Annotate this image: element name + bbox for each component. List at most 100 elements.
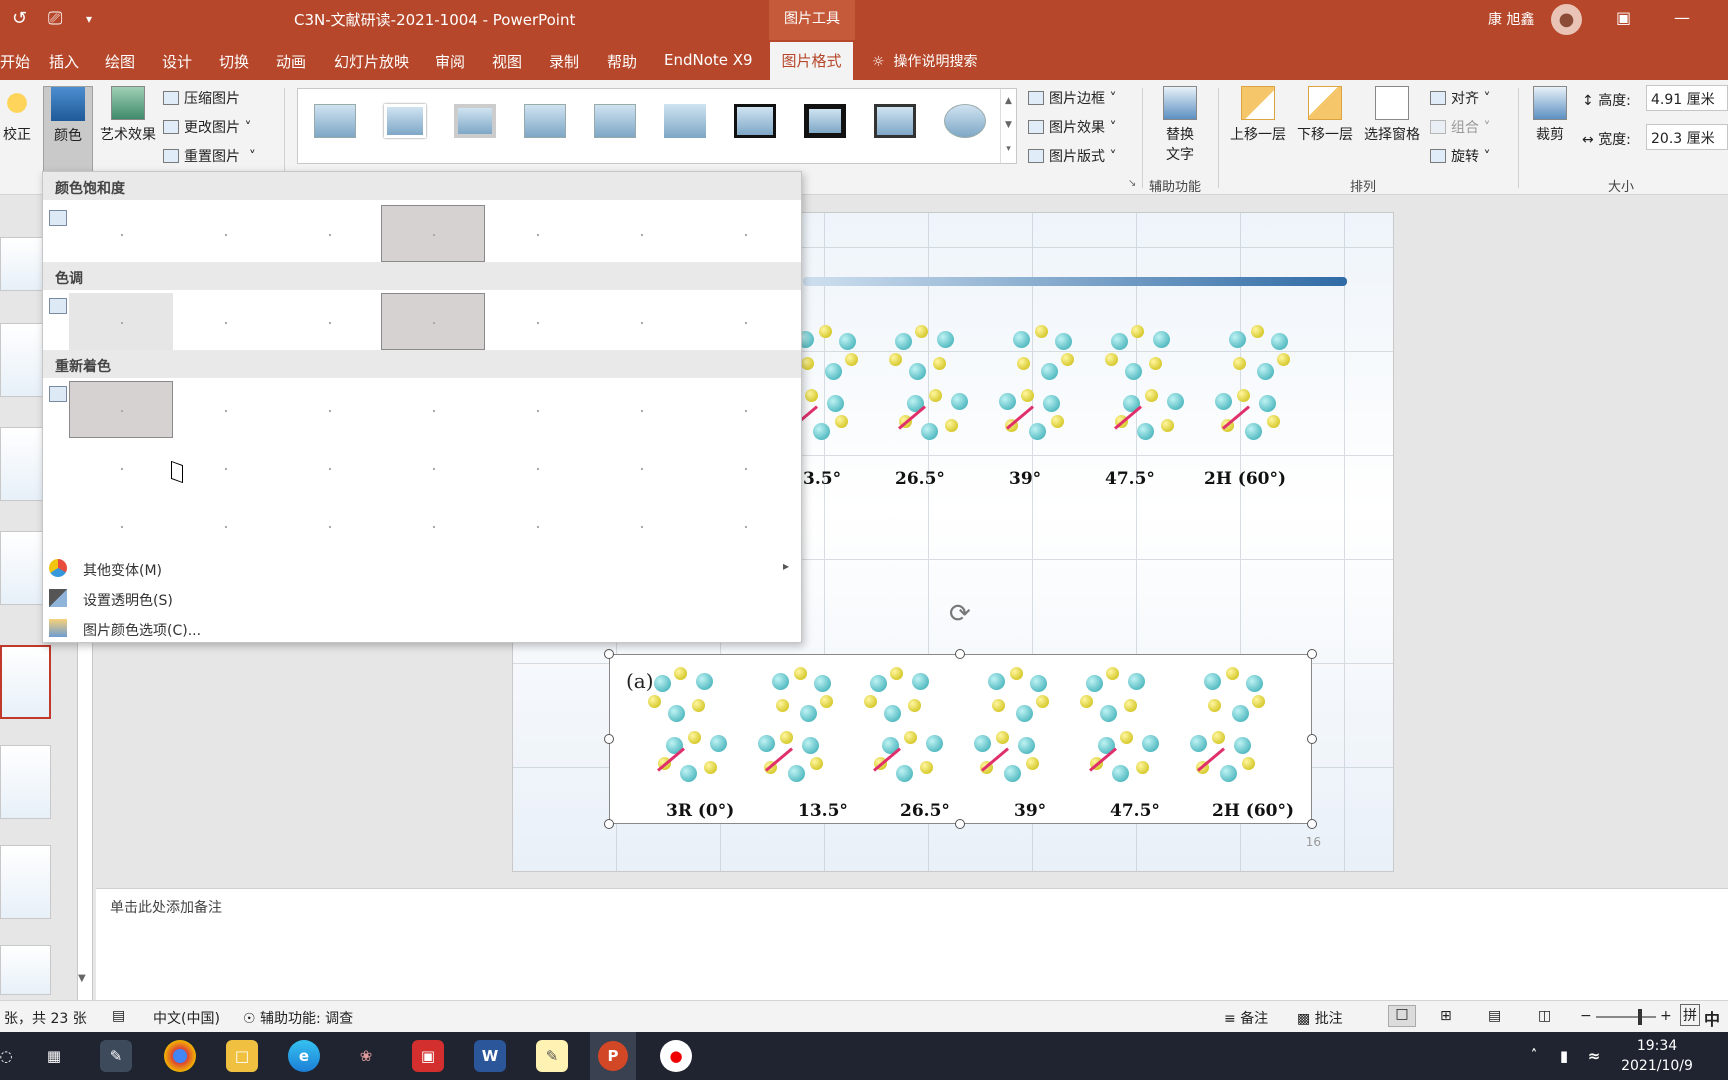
picture-style-thumb[interactable] [454,104,496,138]
send-backward-button[interactable]: 下移一层 [1293,86,1357,144]
resize-handle[interactable] [955,649,965,659]
rotate-button[interactable]: 旋转 ˅ [1430,146,1490,166]
color-swatch[interactable] [277,497,381,554]
width-input[interactable]: 20.3 厘米 [1646,124,1728,150]
color-swatch[interactable] [173,381,277,438]
tab-transitions[interactable]: 切换 [219,51,249,72]
color-swatch[interactable] [485,439,589,496]
undo-icon[interactable]: ↺ [12,8,27,29]
resize-handle[interactable] [1307,649,1317,659]
color-swatch[interactable] [693,293,797,350]
picture-style-thumb[interactable] [524,104,566,138]
height-input[interactable]: 4.91 厘米 [1646,85,1728,111]
crop-button[interactable]: 裁剪 [1526,86,1574,144]
tab-insert[interactable]: 插入 [49,51,79,72]
align-button[interactable]: 对齐 ˅ [1430,88,1490,108]
corrections-button[interactable]: 校正 [0,86,34,144]
artistic-effects-button[interactable]: 艺术效果 [96,86,160,144]
app-icon[interactable]: ❀ [350,1040,382,1072]
picture-style-thumb[interactable] [804,104,846,138]
resize-handle[interactable] [1307,734,1317,744]
slide-thumbnail[interactable] [0,945,51,995]
picture-style-thumb[interactable] [944,104,986,138]
minimize-icon[interactable]: — [1674,8,1690,27]
slideshow-icon[interactable]: ◫ [1538,1008,1551,1024]
app-icon[interactable]: ✎ [100,1040,132,1072]
alt-text-button[interactable]: 替换 文字 [1150,86,1210,164]
picture-style-thumb[interactable] [314,104,356,138]
color-button[interactable]: 颜色 [43,86,93,172]
bring-forward-button[interactable]: 上移一层 [1226,86,1290,144]
zoom-in-icon[interactable]: + [1660,1008,1672,1024]
chrome-icon[interactable] [164,1040,196,1072]
task-view-icon[interactable]: ▦ [38,1040,70,1072]
color-swatch[interactable] [277,205,381,262]
color-swatch[interactable] [485,381,589,438]
notes-toggle[interactable]: ≡ 备注 [1224,1008,1268,1028]
selection-pane-button[interactable]: 选择窗格 [1360,86,1424,144]
tab-draw[interactable]: 绘图 [105,51,135,72]
color-swatch[interactable] [277,381,381,438]
reset-picture-button[interactable]: 重置图片 ˅ [163,146,256,166]
color-swatch[interactable] [277,439,381,496]
scroll-down-icon[interactable]: ▼ [78,973,86,984]
tab-animations[interactable]: 动画 [276,51,306,72]
slide-sorter-icon[interactable]: ⊞ [1440,1008,1452,1024]
word-icon[interactable]: W [474,1040,506,1072]
picture-styles-gallery[interactable]: ▲ ▼ ▾ [297,88,1017,164]
zoom-slider-thumb[interactable] [1638,1009,1642,1025]
picture-color-options-item[interactable]: 图片颜色选项(C)... [43,613,801,643]
resize-handle[interactable] [955,819,965,829]
resize-handle[interactable] [604,649,614,659]
resize-handle[interactable] [604,819,614,829]
color-swatch[interactable] [173,205,277,262]
color-swatch[interactable] [381,497,485,554]
color-swatch[interactable] [381,293,485,350]
clock[interactable]: 19:34 2021/10/9 [1612,1036,1702,1076]
recorder-icon[interactable]: ● [660,1040,692,1072]
wifi-icon[interactable]: ≈ [1578,1040,1610,1072]
tab-picture-format[interactable]: 图片格式 [770,42,853,80]
tab-design[interactable]: 设计 [162,51,192,72]
picture-layout-button[interactable]: 图片版式 ˅ [1028,146,1116,166]
color-swatch[interactable] [173,497,277,554]
color-swatch[interactable] [589,439,693,496]
tab-endnote[interactable]: EndNote X9 [664,51,753,69]
slide-thumbnail[interactable] [0,845,51,919]
slide-thumbnail[interactable] [0,745,51,819]
user-avatar-icon[interactable]: ● [1551,4,1582,35]
change-picture-button[interactable]: 更改图片 ˅ [163,117,251,137]
slide-thumbnail-current[interactable] [0,645,51,719]
color-swatch[interactable] [173,439,277,496]
color-swatch[interactable] [173,293,277,350]
notes-pane[interactable]: 单击此处添加备注 [96,888,1728,1000]
set-transparent-color-item[interactable]: 设置透明色(S) [43,583,801,613]
tab-slideshow[interactable]: 幻灯片放映 [334,51,409,72]
color-swatch[interactable] [381,439,485,496]
tab-review[interactable]: 审阅 [435,51,465,72]
color-swatch[interactable] [277,293,381,350]
ime-language-indicator[interactable]: 中 [1704,1006,1720,1030]
slide-count[interactable]: 张，共 23 张 [4,1008,87,1028]
tab-help[interactable]: 帮助 [607,51,637,72]
user-name[interactable]: 康 旭鑫 [1488,9,1534,29]
selected-picture[interactable]: (a) 3R (0°) 13.5° 26.5° 39° 47.5° 2H (60… [609,654,1312,824]
color-swatch[interactable] [69,205,173,262]
accessibility-status[interactable]: ☉ 辅助功能: 调查 [243,1008,353,1028]
dialog-launcher-icon[interactable]: ↘ [1128,178,1136,189]
color-swatch[interactable] [693,205,797,262]
reading-view-icon[interactable]: ▤ [1488,1008,1501,1024]
tell-me-search[interactable]: ☼ 操作说明搜索 [872,51,977,71]
picture-style-thumb[interactable] [594,104,636,138]
color-swatch[interactable] [589,497,693,554]
color-swatch[interactable] [589,381,693,438]
battery-icon[interactable]: ▮ [1548,1040,1580,1072]
compress-pictures-button[interactable]: 压缩图片 [163,88,240,108]
comments-toggle[interactable]: ▩ 批注 [1297,1008,1343,1028]
app-icon[interactable]: ▣ [412,1040,444,1072]
customize-quick-access-icon[interactable]: ▾ [86,12,92,26]
color-swatch[interactable] [693,497,797,554]
thumbnail-scrollbar[interactable] [77,635,93,1028]
zoom-out-icon[interactable]: − [1580,1008,1592,1024]
color-swatch[interactable] [485,497,589,554]
